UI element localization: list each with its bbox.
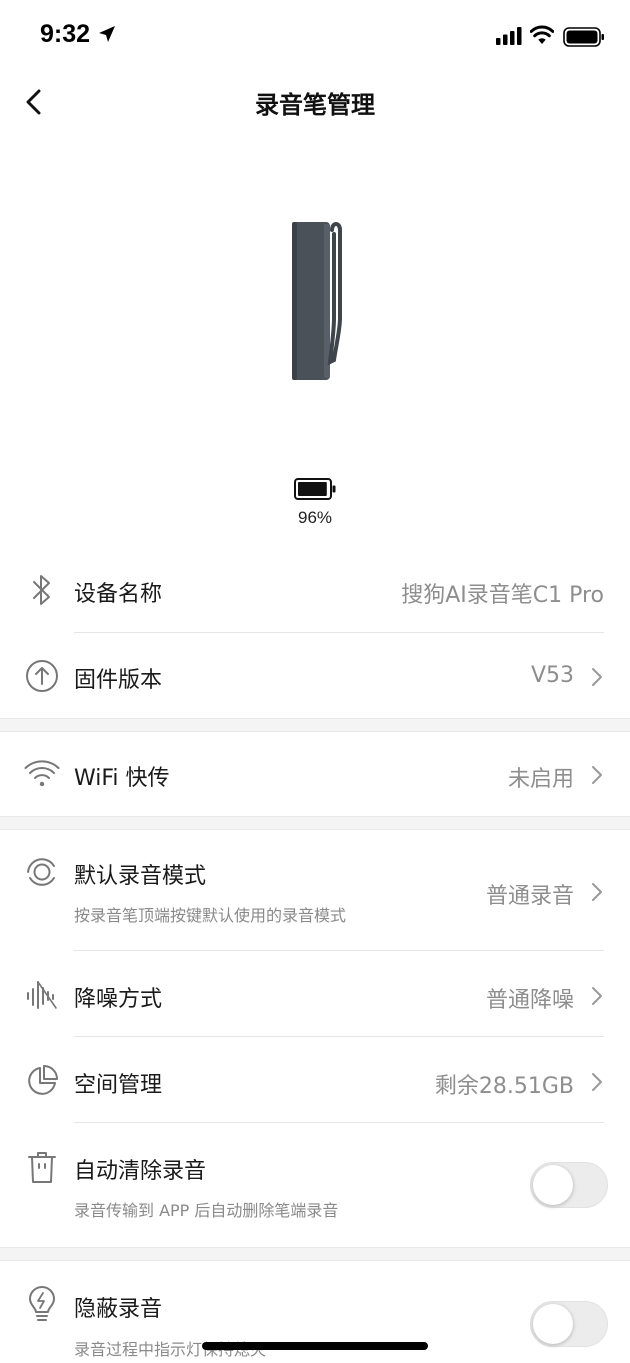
auto-clear-row: 自动清除录音 录音传输到 APP 后自动删除笔端录音 — [0, 1123, 630, 1247]
wifi-transfer-value: 未启用 — [507, 767, 574, 792]
recorder-pen-image — [292, 222, 342, 380]
chevron-right-icon — [592, 883, 602, 901]
default-mode-label: 默认录音模式 — [74, 864, 207, 889]
wifi-icon — [24, 756, 60, 792]
noise-reduction-label: 降噪方式 — [74, 987, 163, 1012]
noise-reduction-row[interactable]: 降噪方式 普通降噪 — [0, 951, 630, 1037]
chevron-right-icon — [592, 987, 602, 1005]
cellular-signal-icon — [496, 27, 522, 45]
battery-icon — [294, 478, 336, 500]
status-time: 9:32 — [40, 20, 91, 48]
page-title: 录音笔管理 — [255, 91, 375, 119]
location-arrow-icon — [99, 26, 115, 42]
default-mode-value: 普通录音 — [485, 884, 574, 909]
navigation-bar: 录音笔管理 — [0, 76, 630, 126]
hidden-record-toggle[interactable] — [530, 1301, 608, 1347]
firmware-value: V53 — [530, 663, 574, 688]
storage-row[interactable]: 空间管理 剩余28.51GB — [0, 1037, 630, 1123]
auto-clear-subtitle: 录音传输到 APP 后自动删除笔端录音 — [74, 1201, 339, 1220]
record-mode-icon — [24, 854, 60, 890]
pie-chart-icon — [24, 1063, 60, 1099]
toggle-knob — [533, 1304, 573, 1344]
section-separator — [0, 718, 630, 732]
chevron-right-icon — [592, 1073, 602, 1091]
auto-clear-label: 自动清除录音 — [74, 1159, 207, 1184]
chevron-right-icon — [592, 766, 602, 784]
chevron-right-icon — [592, 668, 602, 686]
default-mode-subtitle: 按录音笔顶端按键默认使用的录音模式 — [74, 906, 347, 925]
hidden-record-label: 隐蔽录音 — [74, 1297, 163, 1322]
wifi-transfer-row[interactable]: WiFi 快传 未启用 — [0, 732, 630, 816]
bluetooth-icon — [24, 572, 60, 608]
device-name-row: 设备名称 搜狗AI录音笔C1 Pro — [0, 548, 630, 633]
home-indicator — [202, 1342, 428, 1350]
toggle-knob — [533, 1165, 573, 1205]
section-separator — [0, 816, 630, 830]
device-name-value: 搜狗AI录音笔C1 Pro — [401, 583, 604, 608]
storage-label: 空间管理 — [74, 1073, 163, 1098]
upload-circle-icon — [24, 658, 60, 694]
firmware-label: 固件版本 — [74, 668, 163, 693]
firmware-row[interactable]: 固件版本 V53 — [0, 633, 630, 718]
default-mode-row[interactable]: 默认录音模式 按录音笔顶端按键默认使用的录音模式 普通录音 — [0, 830, 630, 951]
waveform-icon — [24, 977, 60, 1013]
battery-percent: 96% — [297, 508, 333, 527]
status-bar: 9:32 — [0, 0, 630, 76]
device-battery: 96% — [0, 478, 630, 528]
storage-value: 剩余28.51GB — [434, 1074, 574, 1099]
lightbulb-icon — [24, 1286, 60, 1323]
wifi-transfer-label: WiFi 快传 — [74, 766, 170, 791]
noise-reduction-value: 普通降噪 — [485, 988, 574, 1013]
device-name-label: 设备名称 — [74, 582, 163, 607]
auto-clear-toggle[interactable] — [530, 1162, 608, 1208]
battery-status-icon — [563, 27, 604, 47]
wifi-status-icon — [530, 25, 554, 44]
trash-icon — [24, 1149, 60, 1185]
section-separator — [0, 1247, 630, 1261]
